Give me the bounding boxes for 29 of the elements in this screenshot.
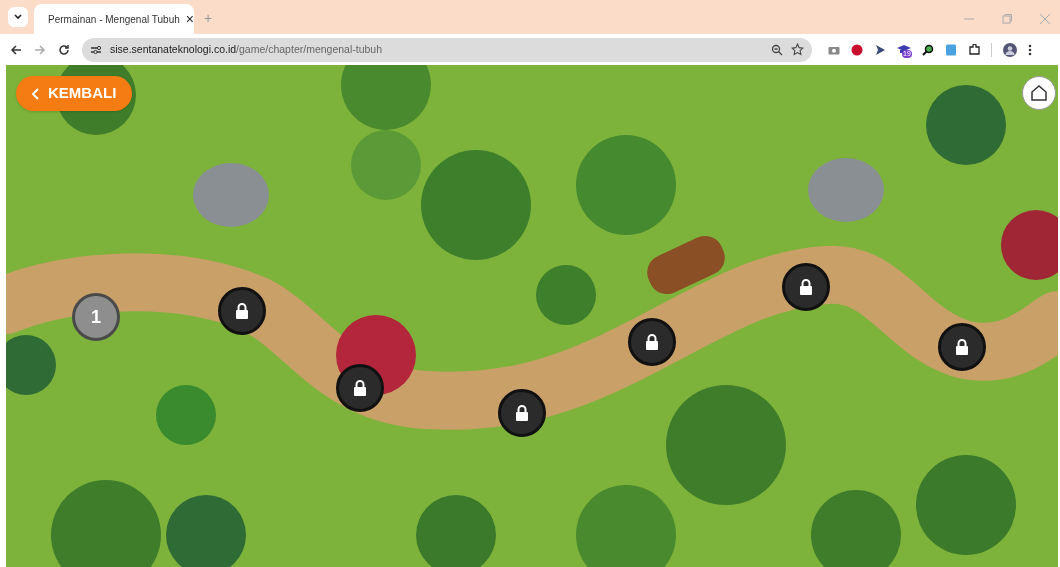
home-icon	[1030, 84, 1048, 102]
chevron-down-icon	[13, 12, 23, 22]
avatar-icon[interactable]	[1003, 42, 1017, 57]
magnifier-icon[interactable]	[922, 43, 934, 56]
more-menu-icon[interactable]	[1028, 43, 1032, 56]
graduation-cap-icon[interactable]	[897, 43, 911, 56]
star-icon[interactable]	[791, 43, 804, 56]
zoom-icon[interactable]	[771, 43, 783, 56]
cursor-icon[interactable]	[874, 43, 886, 56]
tab-close-button[interactable]: ×	[185, 12, 194, 26]
padlock-icon	[235, 303, 249, 319]
extension-icon[interactable]	[851, 43, 863, 56]
tab-title: Permainan - Mengenal Tubuh	[48, 12, 180, 27]
browser-tab[interactable]: Permainan - Mengenal Tubuh ×	[34, 4, 194, 34]
padlock-icon	[645, 334, 659, 350]
tab-list-button[interactable]	[8, 7, 28, 27]
padlock-icon	[515, 405, 529, 421]
address-bar[interactable]: sise.sentanateknologi.co.id/game/chapter/mengenal-tubuh	[82, 37, 812, 62]
reload-icon[interactable]	[58, 43, 70, 56]
back-arrow-icon[interactable]	[10, 43, 22, 56]
padlock-icon	[799, 279, 813, 295]
padlock-icon	[955, 339, 969, 355]
url-text: sise.sentanateknologi.co.id/game/chapter/mengenal-tubuh	[110, 41, 384, 57]
puzzle-icon[interactable]	[968, 43, 980, 56]
site-settings-icon[interactable]	[90, 43, 102, 56]
padlock-icon	[353, 380, 367, 396]
home-button[interactable]	[1022, 76, 1056, 110]
chevron-left-icon	[32, 87, 40, 100]
camera-icon[interactable]	[828, 44, 840, 55]
